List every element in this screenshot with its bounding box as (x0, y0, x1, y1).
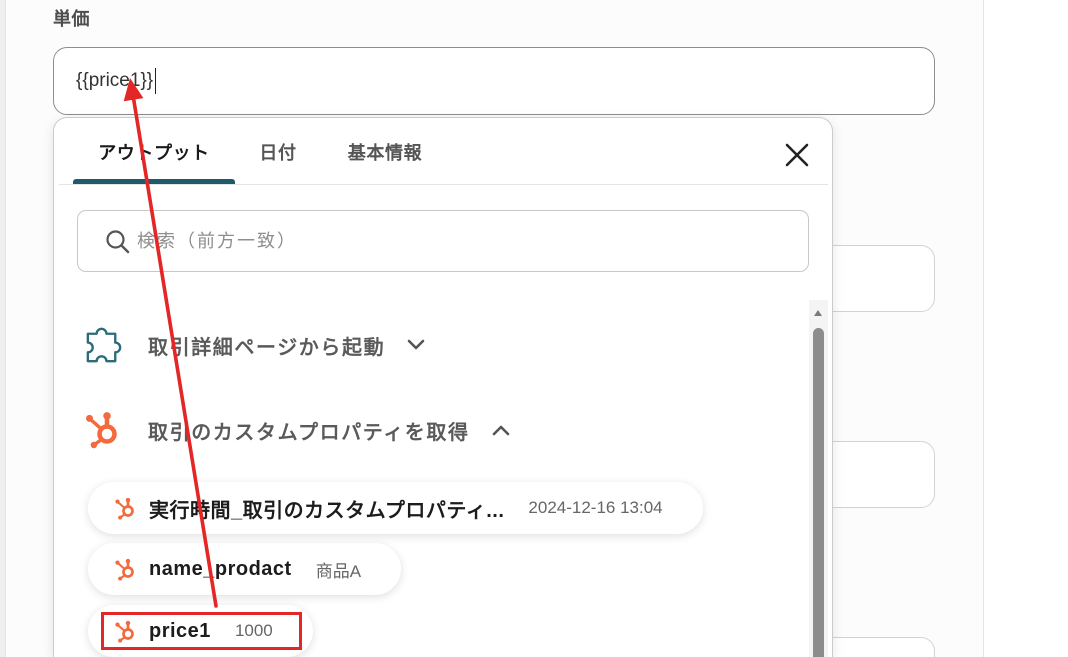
annotation-highlight-box (101, 612, 302, 650)
close-button[interactable] (782, 140, 812, 170)
output-item-name: 実行時間_取引のカスタムプロパティ... (149, 499, 505, 522)
variable-picker-popup: アウトプット 日付 基本情報 取引詳細ページから起動 取引のカスタムプ (53, 117, 833, 657)
scroll-up-arrow-icon[interactable] (814, 310, 822, 316)
search-input[interactable] (78, 211, 808, 271)
group-header: 取引のカスタムプロパティを取得 (148, 403, 510, 457)
scrollbar[interactable] (809, 300, 828, 657)
group-deal-detail-trigger[interactable]: 取引詳細ページから起動 (74, 318, 774, 372)
tab-date[interactable]: 日付 (240, 129, 316, 177)
hubspot-icon (113, 557, 137, 581)
puzzle-icon (86, 327, 122, 363)
text-caret (155, 68, 157, 94)
group-label: 取引詳細ページから起動 (148, 336, 386, 359)
close-icon (785, 143, 809, 167)
search-box (77, 210, 809, 272)
unit-price-input[interactable]: {{price1}} (53, 47, 935, 115)
chevron-up-icon[interactable] (492, 424, 510, 436)
group-header: 取引詳細ページから起動 (148, 318, 425, 372)
output-item-name: name_prodact (149, 557, 292, 580)
tab-divider (59, 184, 828, 185)
output-item-value: 商品A (315, 561, 362, 581)
hubspot-icon (113, 496, 137, 520)
chevron-down-icon[interactable] (407, 339, 425, 351)
right-pane (983, 0, 1068, 657)
group-label: 取引のカスタムプロパティを取得 (148, 421, 470, 444)
unit-price-label: 単価 (53, 9, 90, 29)
output-item[interactable]: 実行時間_取引のカスタムプロパティ... 2024-12-16 13:04 (88, 482, 703, 534)
scrollbar-thumb[interactable] (813, 328, 824, 657)
hubspot-icon (82, 409, 122, 449)
output-item[interactable]: name_prodact 商品A (88, 543, 402, 595)
output-item-value: 2024-12-16 13:04 (528, 498, 663, 517)
tab-basic-info[interactable]: 基本情報 (327, 129, 443, 177)
unit-price-value: {{price1}} (76, 70, 154, 91)
group-get-custom-properties[interactable]: 取引のカスタムプロパティを取得 (74, 403, 774, 457)
tab-output[interactable]: アウトプット (73, 129, 235, 177)
